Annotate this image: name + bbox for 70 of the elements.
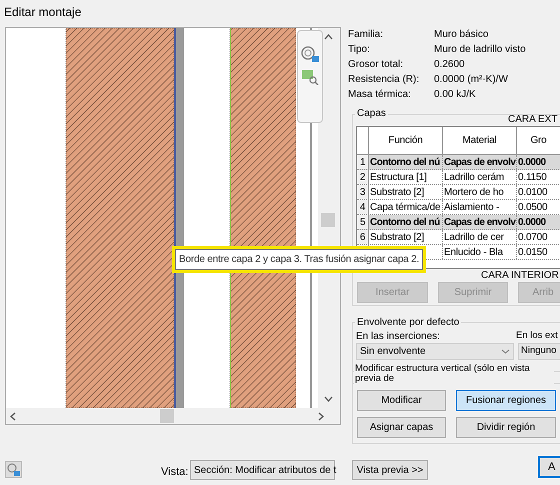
table-cell: Mortero de ho — [443, 185, 517, 199]
button[interactable]: Modificar — [357, 390, 446, 411]
property-label: Resistencia (R): — [348, 72, 420, 86]
chevron-down-icon — [501, 349, 510, 354]
table-cell: Contorno del nú — [369, 215, 443, 229]
scroll-thumb[interactable] — [160, 409, 174, 423]
table-cell: Substrato [2] — [369, 230, 443, 244]
orbit-2d-icon[interactable] — [300, 45, 320, 63]
tooltip: Borde entre capa 2 y capa 3. Tras fusión asignar capa 2. — [172, 246, 426, 273]
property-value: Muro básico — [434, 28, 488, 42]
table-cell: Enlucido - Bla — [443, 245, 517, 259]
column-header[interactable]: Material — [443, 127, 517, 154]
group-title: Capas — [355, 106, 388, 121]
inserts-dropdown[interactable]: Sin envolvente — [356, 343, 514, 360]
window-title: Editar montaje — [4, 4, 82, 21]
row-number: 5 — [357, 215, 369, 229]
table-cell: Substrato [2] — [369, 185, 443, 199]
group-title: Envolvente por defecto — [355, 315, 462, 330]
orbit-2d-icon — [7, 463, 20, 476]
property-label: Tipo: — [348, 42, 371, 56]
ok-button[interactable]: A — [538, 456, 560, 478]
group-title: Modificar estructura vertical (sólo en vista previa de — [354, 364, 554, 384]
column-header[interactable]: Función — [369, 127, 443, 154]
field-label: En las inserciones: — [356, 330, 440, 344]
field-label: En los ext — [516, 329, 558, 343]
scroll-right-icon[interactable] — [318, 412, 324, 421]
table-cell-text: 0.0100 — [517, 186, 548, 199]
zoom-region-icon[interactable] — [301, 69, 319, 85]
table-cell-text: 0.0700 — [517, 231, 548, 244]
table-cell: Capas de envolv — [443, 155, 517, 169]
table-cell: Estructura [1] — [369, 170, 443, 184]
table-cell-text: 0.0150 — [517, 246, 548, 259]
column-header[interactable]: Gro — [517, 127, 560, 154]
scroll-down-icon[interactable] — [324, 396, 333, 402]
property-value: 0.0000 (m²·K)/W — [434, 72, 508, 86]
view-dropdown[interactable]: Sección: Modificar atributos de t — [190, 460, 335, 480]
row-number: 6 — [357, 230, 369, 244]
table-cell-text: 0.0000 — [517, 216, 547, 229]
property-label: Familia: — [348, 28, 384, 42]
property-value: 0.2600 — [434, 58, 465, 72]
horizontal-scrollbar[interactable] — [6, 408, 340, 424]
scroll-up-icon[interactable] — [324, 34, 333, 40]
row-number: 1 — [357, 155, 369, 169]
table-cell: Capas de envolv — [443, 215, 517, 229]
row-number: 3 — [357, 185, 369, 199]
view-label: Vista: — [161, 465, 188, 480]
table-cell-text: 0.1150 — [517, 171, 548, 184]
preview-button[interactable]: Vista previa >> — [352, 460, 428, 480]
scroll-thumb[interactable] — [321, 213, 335, 227]
table-cell: Contorno del nú — [369, 155, 443, 169]
exterior-label: CARA EXT — [508, 113, 558, 127]
row-number: 2 — [357, 170, 369, 184]
ends-dropdown[interactable]: Ninguno — [518, 343, 560, 360]
table-cell: Capa térmica/de — [369, 200, 443, 214]
button[interactable]: Dividir región — [456, 417, 556, 438]
table-cell: Aislamiento - — [443, 200, 517, 214]
table-cell-text: 0.0500 — [517, 201, 548, 214]
property-value: 0.00 kJ/K — [434, 88, 476, 102]
property-label: Masa térmica: — [348, 88, 412, 102]
property-value: Muro de ladrillo visto — [434, 42, 526, 56]
table-cell-text: 0.0000 — [517, 156, 547, 169]
row-number: 4 — [357, 200, 369, 214]
table-cell: Ladrillo de cer — [443, 230, 517, 244]
scroll-left-icon[interactable] — [10, 412, 16, 421]
button[interactable]: Asignar capas — [357, 417, 446, 438]
button[interactable]: Fusionar regiones — [456, 390, 556, 411]
orbit-2d-button[interactable] — [5, 461, 22, 478]
property-label: Grosor total: — [348, 58, 404, 72]
interior-label: CARA INTERIOR — [481, 269, 559, 283]
table-cell: Ladrillo cerám — [443, 170, 517, 184]
